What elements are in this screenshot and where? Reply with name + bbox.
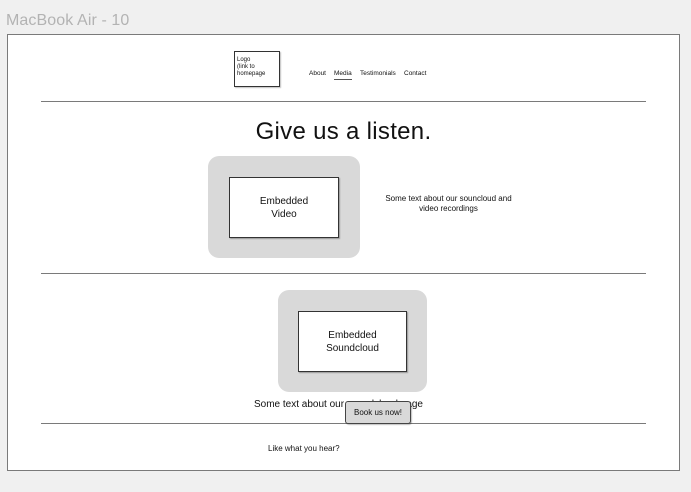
logo-link[interactable]: Logo (link to homepage xyxy=(234,51,280,87)
book-us-button[interactable]: Book us now! xyxy=(345,401,411,424)
video-description: Some text about our souncloud and video … xyxy=(385,194,512,213)
page-title: Give us a listen. xyxy=(255,118,432,145)
embedded-video[interactable]: Embedded Video xyxy=(229,177,339,238)
embedded-soundcloud[interactable]: Embedded Soundcloud xyxy=(298,311,407,372)
header-divider xyxy=(41,101,646,102)
frame-label: MacBook Air - 10 xyxy=(6,12,130,29)
section-divider xyxy=(41,273,646,274)
nav-item-about[interactable]: About xyxy=(309,69,326,79)
cta-prompt: Like what you hear? xyxy=(268,444,340,453)
nav-item-testimonials[interactable]: Testimonials xyxy=(360,69,396,79)
footer-divider xyxy=(41,423,646,424)
soundcloud-description: Some text about our soundcloud page xyxy=(253,399,423,410)
nav-item-media[interactable]: Media xyxy=(334,69,352,80)
nav-item-contact[interactable]: Contact xyxy=(404,69,426,79)
